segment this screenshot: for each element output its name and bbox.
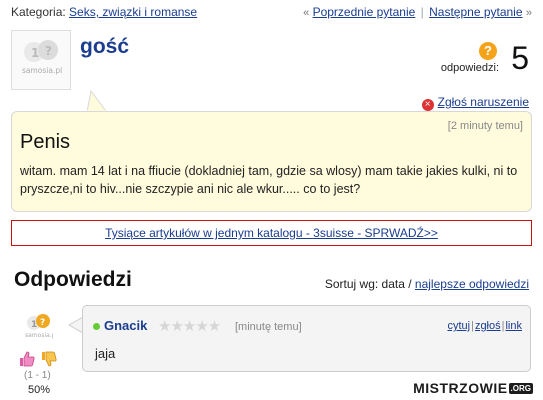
next-arrow-icon: » xyxy=(525,7,532,19)
question-box: Penis [2 minuty temu] witam. mam 14 lat … xyxy=(11,111,532,212)
question-nav: « Poprzednie pytanie | Następne pytanie … xyxy=(303,5,532,19)
watermark: MISTRZOWIE .ORG xyxy=(413,380,533,396)
asker-avatar[interactable]: 1 ? samosia.pl xyxy=(11,30,71,90)
prev-question-link[interactable]: Poprzednie pytanie xyxy=(313,5,416,19)
vote-count: (1 - 1) xyxy=(24,370,51,381)
answers-heading: Odpowiedzi xyxy=(14,268,132,291)
svg-text:samosia.pl: samosia.pl xyxy=(25,332,53,339)
prev-arrow-icon: « xyxy=(303,7,310,19)
svg-text:samosia.pl: samosia.pl xyxy=(22,66,62,75)
question-title: Penis xyxy=(20,131,71,153)
rating-stars-icon: ★★★★★ xyxy=(158,318,221,335)
report-icon: × xyxy=(421,99,434,111)
watermark-suffix: .ORG xyxy=(508,383,533,394)
action-separator: | xyxy=(471,320,474,332)
answerer-avatar[interactable]: 1 ? samosia.pl xyxy=(25,312,53,340)
answer-actions: cytuj|zgłoś|link xyxy=(447,320,522,332)
report-answer-link[interactable]: zgłoś xyxy=(475,320,501,332)
svg-text:1: 1 xyxy=(31,320,37,330)
answer-text: jaja xyxy=(95,346,116,361)
quote-link[interactable]: cytuj xyxy=(447,320,470,332)
question-time: [2 minuty temu] xyxy=(447,120,523,132)
sort-best-link[interactable]: najlepsze odpowiedzi xyxy=(415,277,529,291)
report-link[interactable]: Zgłoś naruszenie xyxy=(438,95,529,109)
answer-author[interactable]: Gnacik xyxy=(104,318,147,333)
nav-separator: | xyxy=(420,5,424,19)
vote-percent: 50% xyxy=(28,384,51,396)
thumbs-down-icon[interactable] xyxy=(40,350,58,368)
svg-text:?: ? xyxy=(45,44,52,58)
next-question-link[interactable]: Następne pytanie xyxy=(429,5,522,19)
svg-text:1: 1 xyxy=(31,46,39,60)
bubble-tail xyxy=(86,90,107,112)
answer-count-label: odpowiedzi: xyxy=(440,62,499,74)
online-status-icon xyxy=(93,323,100,330)
question-body: witam. mam 14 lat i na ffiucie (dokladni… xyxy=(20,164,518,196)
topbar: Kategoria: Seks, związki i romanse « Pop… xyxy=(11,5,532,21)
answer-count-value: 5 xyxy=(511,40,529,76)
svg-text:?: ? xyxy=(40,318,45,328)
answer-box: Gnacik ★★★★★ [minutę temu] cytuj|zgłoś|l… xyxy=(82,305,531,372)
thumbs-up-icon[interactable] xyxy=(18,350,36,368)
answer-time: [minutę temu] xyxy=(235,321,302,333)
samosia-logo-icon: 1 ? samosia.pl xyxy=(22,40,62,75)
watermark-text: MISTRZOWIE xyxy=(413,380,508,396)
category-label: Kategoria: xyxy=(11,5,66,19)
report-link-wrap: × Zgłoś naruszenie xyxy=(421,95,529,111)
ad-banner: Tysiące artykułów w jednym katalogu - 3s… xyxy=(11,220,532,246)
permalink-link[interactable]: link xyxy=(505,320,522,332)
sort-label: Sortuj wg: data / xyxy=(324,277,412,291)
asker-name: gość xyxy=(80,35,130,58)
category-link[interactable]: Seks, związki i romanse xyxy=(69,5,197,19)
question-mark-icon: ? xyxy=(479,42,497,60)
sort-control: Sortuj wg: data / najlepsze odpowiedzi xyxy=(325,277,529,291)
ad-link[interactable]: Tysiące artykułów w jednym katalogu - 3s… xyxy=(105,226,438,240)
